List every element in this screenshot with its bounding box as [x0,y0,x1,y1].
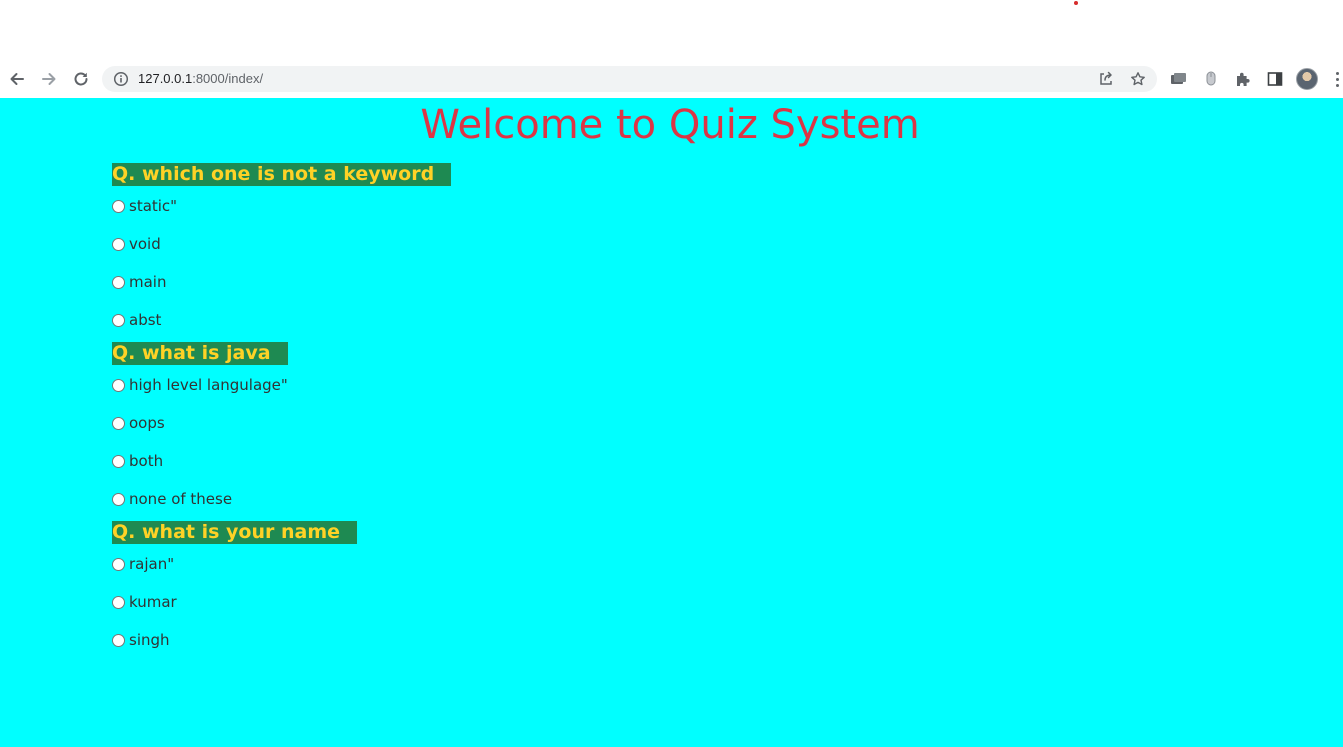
puzzle-icon [1237,72,1250,86]
answer-label: singh [129,631,170,649]
answer-label: main [129,273,167,291]
question-text: Q. what is java [112,342,288,365]
answer-label: high level langulage" [129,376,288,394]
answer-option[interactable]: main [112,272,1012,292]
back-button[interactable] [6,68,28,90]
share-button[interactable] [1097,70,1115,88]
answer-radio[interactable] [112,416,125,430]
answer-option[interactable]: abst [112,310,1012,330]
answer-radio[interactable] [112,199,125,213]
answer-radio[interactable] [112,275,125,289]
answer-option[interactable]: none of these [112,489,1012,509]
answer-label: static" [129,197,178,215]
tab-strip [0,0,1343,60]
answer-radio[interactable] [112,237,125,251]
answer-option[interactable]: rajan" [112,554,1012,574]
share-icon [1100,71,1112,85]
question-block: Q. what is your name rajan" kumar singh [112,521,1012,650]
avatar[interactable] [1296,68,1318,90]
info-icon[interactable] [113,71,129,87]
answer-radio[interactable] [112,633,125,647]
answer-option[interactable]: high level langulage" [112,375,1012,395]
answer-radio[interactable] [112,557,125,571]
answer-label: oops [129,414,165,432]
answer-radio[interactable] [112,454,125,468]
question-block: Q. which one is not a keyword static" void… [112,163,1012,330]
extension-mouse-button[interactable] [1201,69,1221,89]
side-panel-icon [1267,72,1283,86]
mouse-icon [1206,71,1216,86]
question-text: Q. which one is not a keyword [112,163,452,186]
answer-radio[interactable] [112,595,125,609]
answer-option[interactable]: void [112,234,1012,254]
answer-option[interactable]: oops [112,413,1012,433]
answer-option[interactable]: singh [112,630,1012,650]
media-icon [1171,73,1186,84]
kebab-menu-icon[interactable] [1332,69,1342,89]
address-bar[interactable]: 127.0.0.1:8000/index/ [102,66,1157,92]
browser-toolbar: 127.0.0.1:8000/index/ [0,60,1343,98]
url-text[interactable]: 127.0.0.1:8000/index/ [138,71,263,87]
side-panel-button[interactable] [1265,69,1285,89]
reload-icon [74,72,88,86]
page-title: Welcome to Quiz System [420,102,920,148]
answer-radio[interactable] [112,378,125,392]
extensions-button[interactable] [1233,69,1253,89]
star-icon [1131,72,1145,86]
answer-option[interactable]: static" [112,196,1012,216]
question-text: Q. what is your name [112,521,357,544]
quiz-form: Q. which one is not a keyword static" void… [112,163,1012,662]
answer-label: abst [129,311,162,329]
answer-label: rajan" [129,555,175,573]
answer-option[interactable]: both [112,451,1012,471]
extension-media-button[interactable] [1169,69,1189,89]
url-host: 127.0.0.1 [138,71,193,86]
answer-label: kumar [129,593,177,611]
answer-label: void [129,235,161,253]
bookmark-button[interactable] [1129,70,1147,88]
answer-label: none of these [129,490,233,508]
answer-radio[interactable] [112,492,125,506]
answer-label: both [129,452,164,470]
forward-button[interactable] [38,68,60,90]
url-path: :8000/index/ [192,71,264,86]
quiz-page: Welcome to Quiz System Q. which one is n… [0,98,1343,747]
answer-radio[interactable] [112,313,125,327]
arrow-left-icon [10,73,24,85]
arrow-right-icon [42,73,56,85]
question-block: Q. what is java high level langulage" oops… [112,342,1012,509]
reload-button[interactable] [70,68,92,90]
answer-option[interactable]: kumar [112,592,1012,612]
recording-indicator [1074,1,1078,5]
